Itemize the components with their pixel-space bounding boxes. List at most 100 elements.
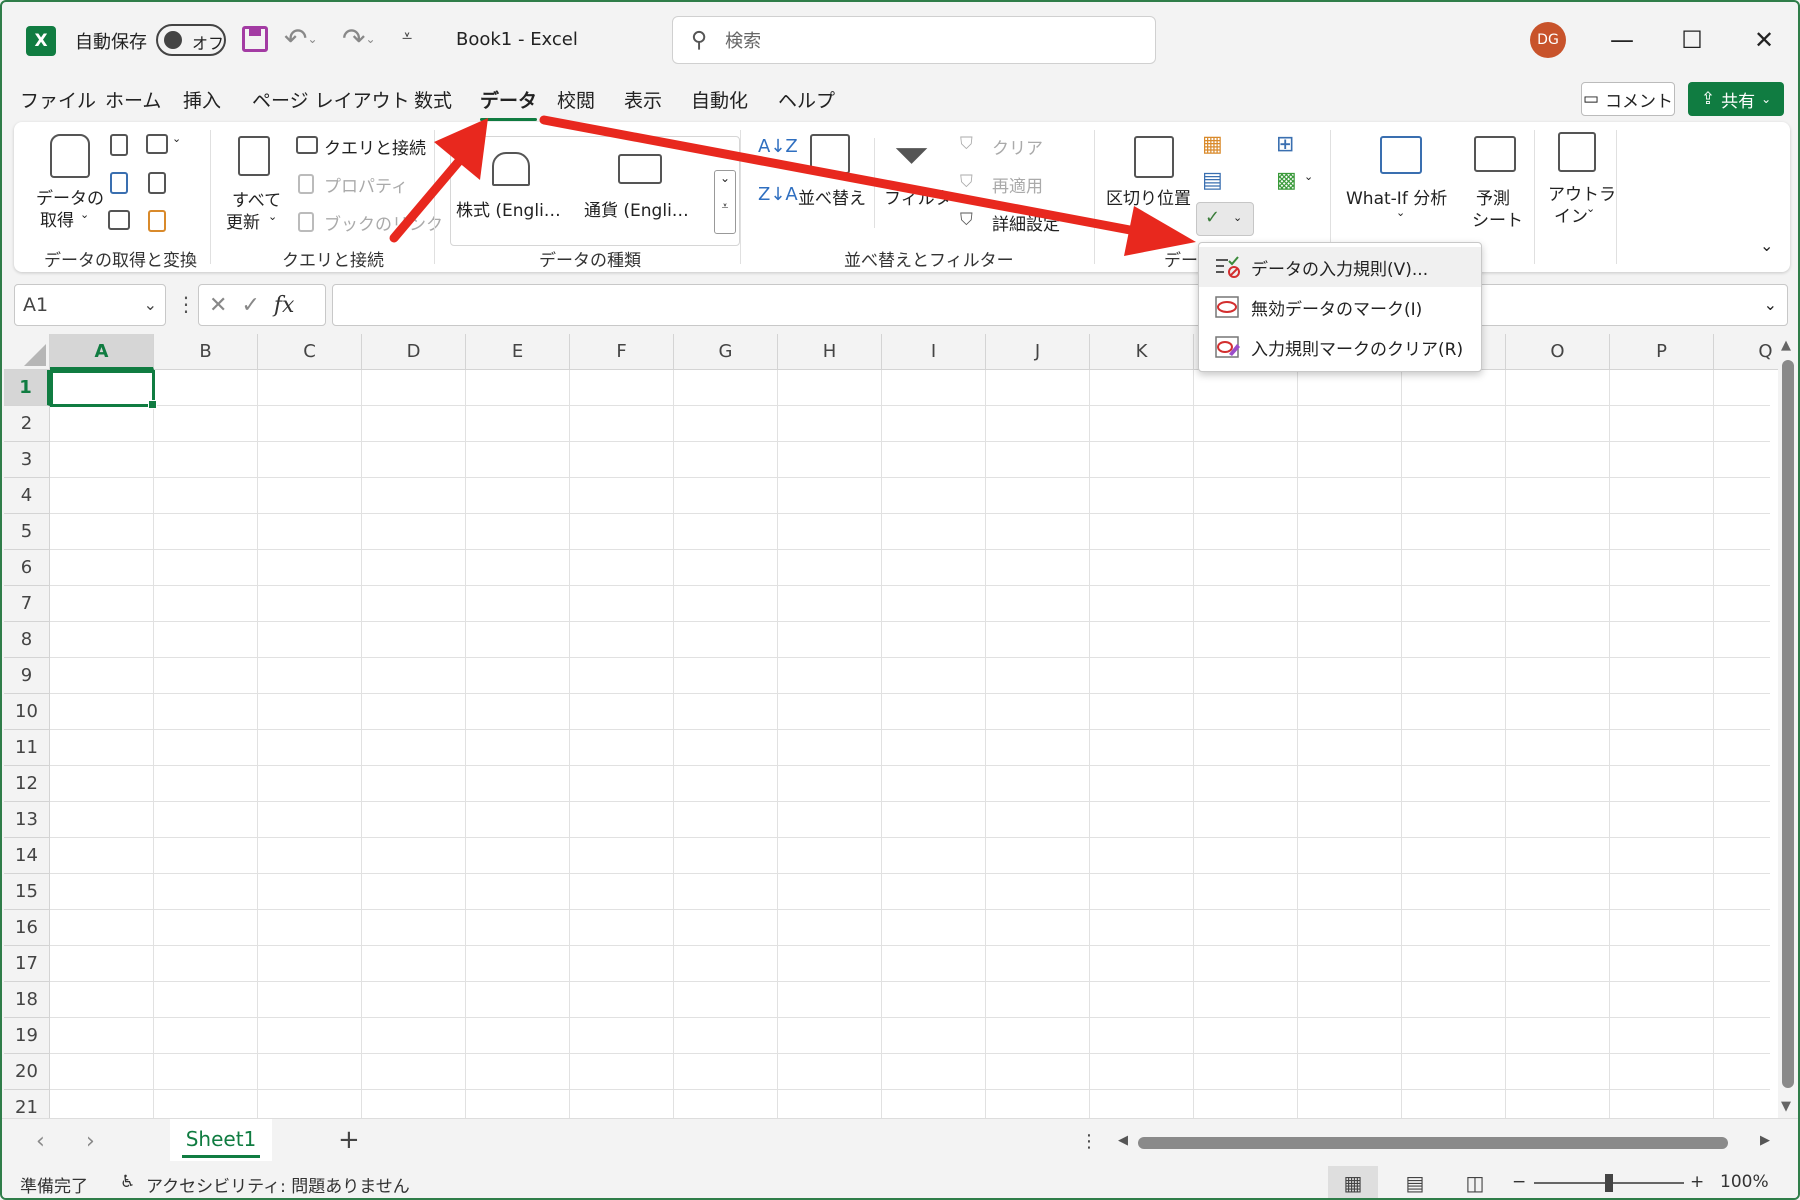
data-validation-button[interactable]: ✓ ⌄	[1196, 202, 1254, 236]
save-icon[interactable]	[242, 26, 268, 52]
next-sheet-icon[interactable]: ›	[86, 1129, 95, 1154]
sheet-tab[interactable]: Sheet1	[170, 1119, 272, 1161]
recent-sources-icon[interactable]	[148, 172, 166, 194]
filter-button[interactable]: フィルター	[884, 184, 969, 209]
from-web-icon[interactable]	[110, 172, 128, 194]
properties-button[interactable]: プロパティ	[324, 172, 408, 197]
column-header[interactable]: J	[986, 334, 1090, 370]
scroll-up-icon[interactable]: ▲	[1781, 338, 1791, 353]
tab-insert[interactable]: 挿入	[183, 86, 221, 113]
row-header[interactable]: 11	[4, 730, 50, 766]
row-header[interactable]: 13	[4, 802, 50, 838]
menu-item-clear-circles[interactable]: 入力規則マークのクリア(R)	[1199, 327, 1481, 367]
column-header[interactable]: C	[258, 334, 362, 370]
outline-label2[interactable]: イン	[1554, 202, 1588, 227]
flash-fill-icon[interactable]: ▦	[1202, 132, 1223, 157]
collapse-ribbon-icon[interactable]: ⌄	[1760, 236, 1773, 255]
select-all-button[interactable]	[4, 334, 50, 370]
refresh-all-label2[interactable]: 更新	[226, 208, 260, 233]
avatar[interactable]: DG	[1530, 22, 1566, 58]
add-sheet-button[interactable]: +	[338, 1125, 360, 1155]
row-header[interactable]: 8	[4, 622, 50, 658]
column-header[interactable]: B	[154, 334, 258, 370]
remove-duplicates-icon[interactable]: ▤	[1202, 168, 1223, 193]
search-box[interactable]: ⚲ 検索	[672, 16, 1156, 64]
tab-file[interactable]: ファイル	[20, 86, 96, 113]
zoom-in-icon[interactable]: +	[1690, 1172, 1704, 1192]
row-header[interactable]: 7	[4, 586, 50, 622]
share-button[interactable]: ⇪ 共有 ⌄	[1688, 82, 1784, 116]
chevron-down-icon[interactable]: ⌄	[1764, 295, 1777, 314]
more-options-icon[interactable]: ⋮	[176, 292, 196, 316]
cancel-icon[interactable]: ✕	[209, 293, 227, 318]
row-header[interactable]: 15	[4, 874, 50, 910]
clear-button[interactable]: クリア	[992, 134, 1043, 159]
tab-data[interactable]: データ	[480, 86, 538, 121]
column-header[interactable]: O	[1506, 334, 1610, 370]
menu-item-circle-invalid[interactable]: 無効データのマーク(I)	[1199, 287, 1481, 327]
row-header[interactable]: 6	[4, 550, 50, 586]
scroll-thumb[interactable]	[1138, 1137, 1728, 1149]
comment-button[interactable]: ▭ コメント	[1581, 82, 1675, 116]
row-header[interactable]: 20	[4, 1054, 50, 1090]
tab-automate[interactable]: 自動化	[691, 86, 748, 113]
row-header[interactable]: 16	[4, 910, 50, 946]
column-header[interactable]: Q	[1714, 334, 1778, 370]
row-header[interactable]: 18	[4, 982, 50, 1018]
consolidate-icon[interactable]: ⊞	[1276, 132, 1294, 157]
scroll-thumb[interactable]	[1782, 360, 1794, 1088]
zoom-slider-thumb[interactable]	[1605, 1174, 1613, 1192]
scroll-down-icon[interactable]: ▼	[1781, 1099, 1791, 1114]
column-header[interactable]: H	[778, 334, 882, 370]
forecast-label2[interactable]: シート	[1472, 206, 1523, 231]
row-header[interactable]: 17	[4, 946, 50, 982]
maximize-icon[interactable]: ☐	[1672, 20, 1712, 60]
currencies-button[interactable]: 通貨 (Engli…	[584, 196, 689, 221]
tab-page-layout[interactable]: ページ レイアウト	[252, 86, 410, 113]
accessibility-status[interactable]: アクセシビリティ: 問題ありません	[146, 1172, 410, 1197]
column-header[interactable]: E	[466, 334, 570, 370]
stocks-button[interactable]: 株式 (Engli…	[456, 196, 561, 221]
row-header[interactable]: 21	[4, 1090, 50, 1118]
page-break-view-icon[interactable]: ◫	[1450, 1166, 1500, 1198]
tab-help[interactable]: ヘルプ	[778, 86, 835, 113]
scroll-right-icon[interactable]: ▶	[1760, 1133, 1770, 1148]
row-header[interactable]: 3	[4, 442, 50, 478]
column-header[interactable]: G	[674, 334, 778, 370]
sort-za-icon[interactable]: Z↓A	[758, 184, 798, 205]
close-icon[interactable]: ✕	[1744, 20, 1784, 60]
active-cell[interactable]	[50, 370, 157, 409]
row-header[interactable]: 19	[4, 1018, 50, 1054]
from-range-icon[interactable]	[108, 210, 130, 230]
from-text-icon[interactable]	[110, 134, 128, 156]
sort-az-icon[interactable]: A↓Z	[758, 136, 798, 157]
tab-home[interactable]: ホーム	[105, 86, 161, 113]
insert-function-icon[interactable]: fx	[274, 293, 295, 318]
menu-item-data-validation[interactable]: データの入力規則(V)...	[1199, 247, 1481, 287]
prev-sheet-icon[interactable]: ‹	[36, 1129, 45, 1154]
tab-review[interactable]: 校閲	[557, 86, 595, 113]
scroll-left-icon[interactable]: ◀	[1118, 1133, 1128, 1148]
edit-links-button[interactable]: ブックのリンク	[324, 210, 443, 235]
minimize-icon[interactable]: —	[1602, 20, 1642, 60]
cells[interactable]	[50, 370, 1770, 1118]
name-box[interactable]: A1 ⌄	[14, 284, 166, 326]
enter-icon[interactable]: ✓	[241, 293, 259, 318]
normal-view-icon[interactable]: ▦	[1328, 1166, 1378, 1198]
advanced-filter-button[interactable]: 詳細設定	[992, 210, 1060, 235]
column-header[interactable]: D	[362, 334, 466, 370]
row-header[interactable]: 1	[4, 370, 50, 406]
tab-view[interactable]: 表示	[624, 86, 662, 113]
column-header[interactable]: I	[882, 334, 986, 370]
get-data-label2[interactable]: 取得	[40, 206, 74, 231]
zoom-level[interactable]: 100%	[1720, 1172, 1769, 1192]
column-header[interactable]: F	[570, 334, 674, 370]
row-header[interactable]: 2	[4, 406, 50, 442]
row-header[interactable]: 12	[4, 766, 50, 802]
tab-formulas[interactable]: 数式	[414, 86, 452, 113]
undo-icon[interactable]: ↶ ⌄	[284, 22, 318, 55]
zoom-out-icon[interactable]: −	[1512, 1172, 1526, 1192]
row-header[interactable]: 4	[4, 478, 50, 514]
more-options-icon[interactable]: ⋮	[1080, 1131, 1098, 1152]
column-header[interactable]: P	[1610, 334, 1714, 370]
